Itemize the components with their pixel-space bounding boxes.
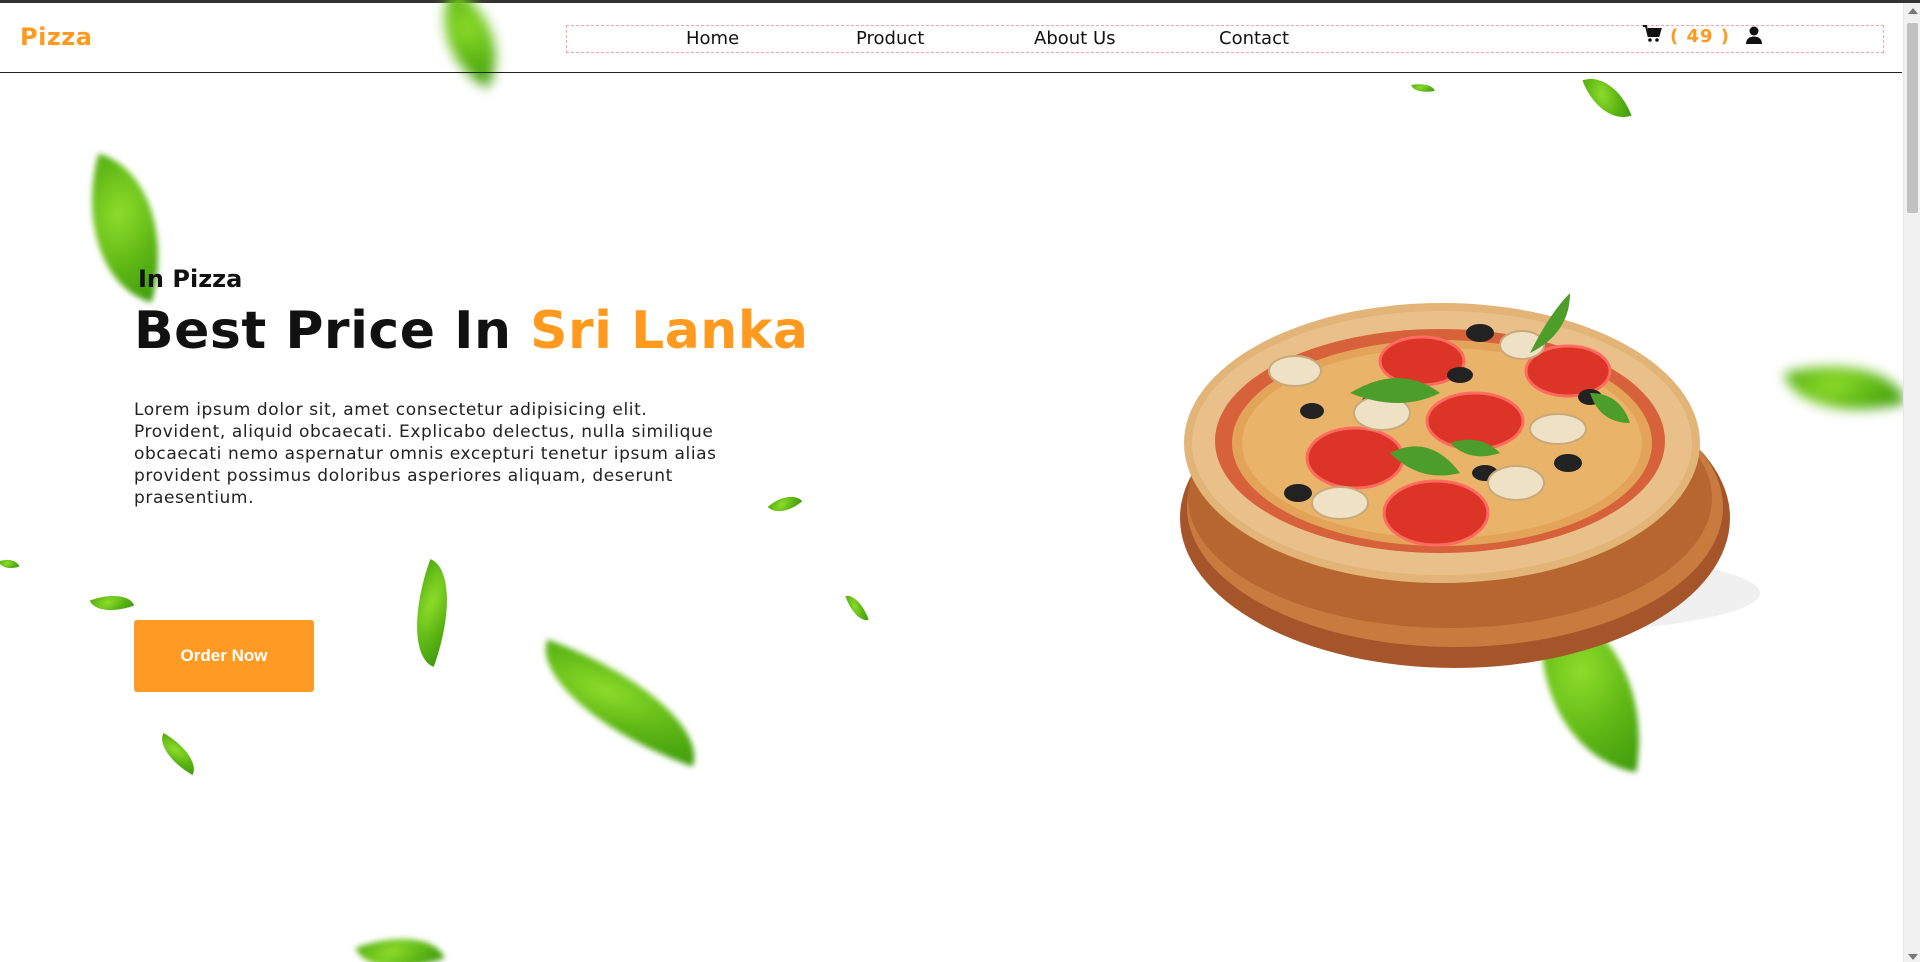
- leaf-decoration: [1411, 81, 1435, 95]
- nav-link-home[interactable]: Home: [686, 28, 739, 49]
- nav-link-about-us[interactable]: About Us: [1034, 28, 1116, 49]
- scroll-up-arrow-icon[interactable]: [1908, 8, 1918, 14]
- scroll-thumb[interactable]: [1907, 23, 1918, 213]
- order-now-button[interactable]: Order Now: [134, 620, 314, 692]
- cart-count: ( 49 ): [1670, 25, 1731, 47]
- headline-main: Best Price In: [134, 301, 531, 361]
- leaf-decoration: [0, 555, 20, 573]
- logo[interactable]: Pizza: [20, 23, 92, 51]
- leaf-decoration: [523, 639, 717, 767]
- leaf-decoration: [355, 920, 445, 962]
- leaf-decoration: [845, 591, 869, 625]
- leaf-decoration: [396, 559, 468, 667]
- leaf-decoration: [152, 732, 204, 776]
- cart-button[interactable]: ( 49 ): [1642, 25, 1730, 47]
- leaf-decoration: [1582, 68, 1632, 128]
- hero-description: Lorem ipsum dolor sit, amet consectetur …: [134, 400, 717, 508]
- leaf-decoration: [1784, 344, 1906, 432]
- hero-eyebrow: In Pizza: [138, 265, 243, 293]
- site-header: Pizza Home Product About Us Contact ( 49…: [0, 3, 1902, 73]
- nav-link-product[interactable]: Product: [856, 28, 924, 49]
- scroll-down-arrow-icon[interactable]: [1908, 954, 1918, 960]
- page-scrollbar[interactable]: [1903, 3, 1920, 962]
- leaf-decoration: [89, 586, 135, 620]
- leaf-decoration: [767, 487, 803, 521]
- nav-link-contact[interactable]: Contact: [1219, 28, 1289, 49]
- user-icon[interactable]: [1745, 25, 1763, 49]
- headline-accent: Sri Lanka: [530, 301, 809, 361]
- pizza-image: [1180, 293, 1760, 668]
- hero-headline: Best Price In Sri Lanka: [134, 301, 809, 361]
- cart-icon: [1642, 25, 1662, 47]
